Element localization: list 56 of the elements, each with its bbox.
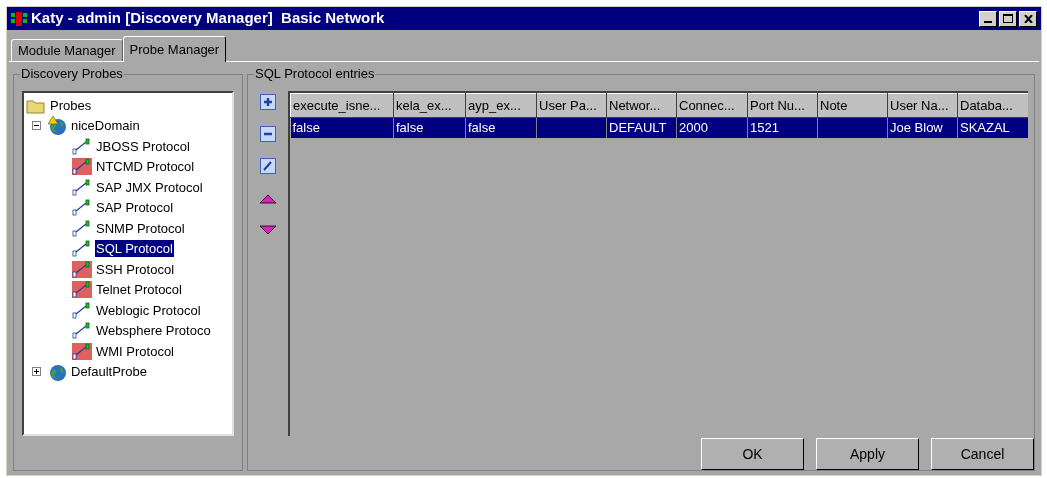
tree-item[interactable]: Weblogic Protocol bbox=[95, 301, 202, 319]
table-cell: DEFAULT bbox=[606, 117, 677, 138]
remove-button[interactable] bbox=[260, 124, 276, 144]
dialog-button[interactable]: OK bbox=[701, 438, 804, 470]
dialog-button[interactable]: Cancel bbox=[931, 438, 1034, 470]
up-triangle-icon bbox=[259, 192, 277, 204]
column-header[interactable]: ayp_ex... bbox=[465, 93, 537, 118]
group-title: Discovery Probes bbox=[20, 66, 124, 82]
tree-item[interactable]: NTCMD Protocol bbox=[95, 158, 196, 176]
minimize-icon bbox=[984, 20, 992, 23]
group-title: SQL Protocol entries bbox=[254, 66, 376, 82]
table-cell: Joe Blow bbox=[887, 117, 958, 138]
window-title: Katy - admin [Discovery Manager] Basic Network bbox=[31, 8, 385, 29]
column-header[interactable]: Networ... bbox=[606, 93, 677, 118]
maximize-button[interactable] bbox=[999, 10, 1017, 27]
column-header[interactable]: Port Nu... bbox=[747, 93, 818, 118]
tree-item[interactable]: Websphere Protoco bbox=[95, 322, 212, 340]
table-cell: false bbox=[290, 117, 394, 138]
table-cell: false bbox=[465, 117, 537, 138]
table-cell: SKAZAL bbox=[957, 117, 1028, 138]
tree-item[interactable]: DefaultProbe bbox=[70, 363, 148, 381]
table-cell: 2000 bbox=[676, 117, 748, 138]
tab[interactable]: Module Manager bbox=[11, 39, 123, 61]
down-triangle-icon bbox=[259, 224, 277, 236]
column-header[interactable]: Databa... bbox=[957, 93, 1028, 118]
tree-item[interactable]: Telnet Protocol bbox=[95, 281, 183, 299]
table-cell: 1521 bbox=[747, 117, 818, 138]
tree-item[interactable]: SNMP Protocol bbox=[95, 219, 186, 237]
tree-item[interactable]: SAP JMX Protocol bbox=[95, 178, 204, 196]
column-header[interactable]: kela_ex... bbox=[393, 93, 466, 118]
tab[interactable]: Probe Manager bbox=[122, 36, 227, 62]
column-header[interactable]: execute_isne... bbox=[290, 93, 394, 118]
plus-icon bbox=[260, 94, 276, 110]
minimize-button[interactable] bbox=[979, 10, 997, 27]
tree-item[interactable]: WMI Protocol bbox=[95, 342, 175, 360]
tree-item[interactable]: JBOSS Protocol bbox=[95, 137, 191, 155]
column-header[interactable]: Connec... bbox=[676, 93, 748, 118]
minus-icon bbox=[260, 126, 276, 142]
edit-button[interactable] bbox=[260, 156, 276, 176]
column-header[interactable]: Note bbox=[817, 93, 888, 118]
tree-item[interactable]: niceDomain bbox=[70, 117, 141, 135]
tree-item[interactable]: SAP Protocol bbox=[95, 199, 175, 217]
column-header[interactable]: User Na... bbox=[887, 93, 958, 118]
pencil-icon bbox=[260, 158, 276, 174]
table-cell: false bbox=[393, 117, 466, 138]
column-header[interactable]: User Pa... bbox=[536, 93, 607, 118]
add-button[interactable] bbox=[260, 92, 276, 112]
tree-item[interactable]: Probes bbox=[49, 96, 93, 114]
app-icon bbox=[11, 10, 27, 27]
dialog-button[interactable]: Apply bbox=[816, 438, 919, 470]
close-icon bbox=[1023, 14, 1033, 23]
close-button[interactable] bbox=[1019, 10, 1037, 27]
tree-item[interactable]: SSH Protocol bbox=[95, 260, 176, 278]
table-row[interactable]: false false false DEFAULT 2000 1521 Joe Blow SKAZAL bbox=[290, 117, 1028, 138]
maximize-icon bbox=[1003, 14, 1013, 23]
tree-item[interactable]: SQL Protocol bbox=[95, 240, 174, 258]
